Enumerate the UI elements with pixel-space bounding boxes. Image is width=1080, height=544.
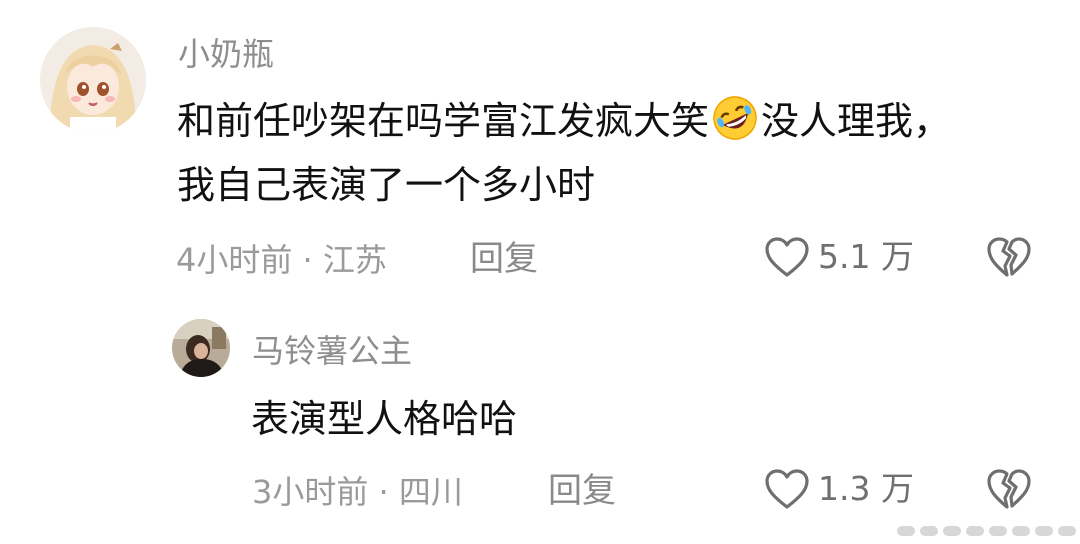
- heart-outline-icon: [765, 237, 809, 277]
- watermark-dot: [1012, 526, 1030, 536]
- watermark-dot: [989, 526, 1007, 536]
- broken-heart-outline-icon: [987, 237, 1031, 277]
- heart-outline-icon: [765, 469, 809, 509]
- comment-location: 四川: [398, 473, 463, 511]
- meta-separator: ·: [378, 473, 389, 511]
- watermark-dot: [1035, 526, 1053, 536]
- comment-text-line2: 我自己表演了一个多小时: [177, 163, 596, 207]
- rofl-emoji-icon: [713, 96, 757, 140]
- watermark-dot: [897, 526, 915, 536]
- like-count: 5.1 万: [818, 237, 914, 276]
- photo-avatar-image: [172, 319, 230, 377]
- comment-thread: 小奶瓶 和前任吵架在吗学富江发疯大笑 没人理我， 我自己表演了一个多小时 4小时…: [0, 0, 1080, 544]
- comment-username[interactable]: 小奶瓶: [178, 34, 274, 74]
- comment-text: 和前任吵架在吗学富江发疯大笑 没人理我，: [177, 90, 951, 152]
- like-button[interactable]: 1.3 万: [764, 468, 914, 510]
- comment-time: 3小时前: [252, 473, 369, 511]
- reply-button[interactable]: 回复: [470, 239, 538, 279]
- watermark-dot: [920, 526, 938, 536]
- anime-girl-avatar-image: [40, 27, 146, 133]
- reply-button[interactable]: 回复: [548, 471, 616, 511]
- avatar[interactable]: [172, 319, 230, 377]
- comment-meta: 3小时前 · 四川: [252, 472, 463, 512]
- comment-meta: 4小时前 · 江苏: [176, 240, 387, 280]
- meta-separator: ·: [302, 241, 313, 279]
- comment-text-part1: 和前任吵架在吗学富江发疯大笑: [177, 99, 710, 143]
- broken-heart-outline-icon: [987, 469, 1031, 509]
- dislike-button[interactable]: [986, 236, 1032, 282]
- avatar[interactable]: [40, 27, 146, 133]
- like-count: 1.3 万: [818, 469, 914, 508]
- watermark-dot: [943, 526, 961, 536]
- comment-location: 江苏: [322, 241, 387, 279]
- dislike-button[interactable]: [986, 468, 1032, 514]
- watermark-dot: [1058, 526, 1076, 536]
- like-button[interactable]: 5.1 万: [764, 236, 914, 278]
- comment-text-part2: 没人理我，: [761, 99, 952, 143]
- watermark: [897, 526, 1076, 536]
- comment-text: 表演型人格哈哈: [251, 397, 518, 441]
- comment-time: 4小时前: [176, 241, 293, 279]
- watermark-dot: [966, 526, 984, 536]
- comment-username[interactable]: 马铃薯公主: [252, 331, 412, 371]
